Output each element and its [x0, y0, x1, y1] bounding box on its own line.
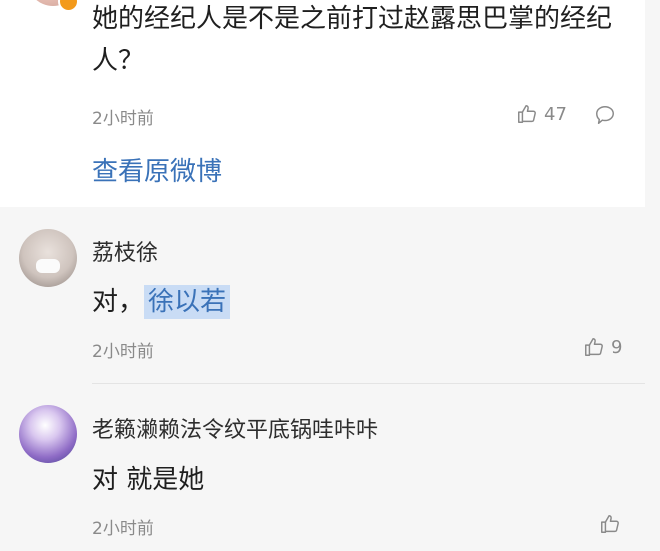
comment-text-prefix: 对， — [92, 287, 145, 317]
avatar[interactable] — [19, 405, 77, 463]
username[interactable]: 老籁濑赖法令纹平底锅哇咔咔 — [92, 412, 378, 444]
comment-text: 对， 徐以若 — [92, 281, 231, 319]
comment-icon[interactable] — [594, 104, 616, 130]
comment-time: 2小时前 — [92, 519, 154, 539]
like-count: 47 — [544, 103, 567, 125]
thumbs-up-icon — [583, 336, 605, 358]
username[interactable]: 荔枝徐 — [92, 235, 158, 267]
verified-badge-icon — [58, 0, 79, 12]
post-time: 2小时前 — [92, 109, 154, 129]
highlighted-text: 徐以若 — [144, 285, 231, 319]
comment-time: 2小时前 — [92, 342, 154, 362]
like-button[interactable] — [599, 513, 627, 535]
top-post-card: 她的经纪人是不是之前打过赵露思巴掌的经纪人？ 2小时前 47 查看原微博 — [0, 0, 645, 207]
like-button[interactable]: 9 — [583, 336, 622, 358]
thumbs-up-icon — [516, 103, 538, 125]
divider — [92, 383, 645, 384]
post-text: 她的经纪人是不是之前打过赵露思巴掌的经纪人？ — [92, 4, 613, 76]
like-count: 9 — [611, 336, 623, 358]
view-original-link[interactable]: 查看原微博 — [92, 151, 222, 188]
like-button[interactable]: 47 — [516, 103, 567, 125]
comment-text: 对 就是她 — [92, 465, 205, 495]
avatar[interactable] — [19, 229, 77, 287]
thumbs-up-icon — [599, 513, 621, 535]
